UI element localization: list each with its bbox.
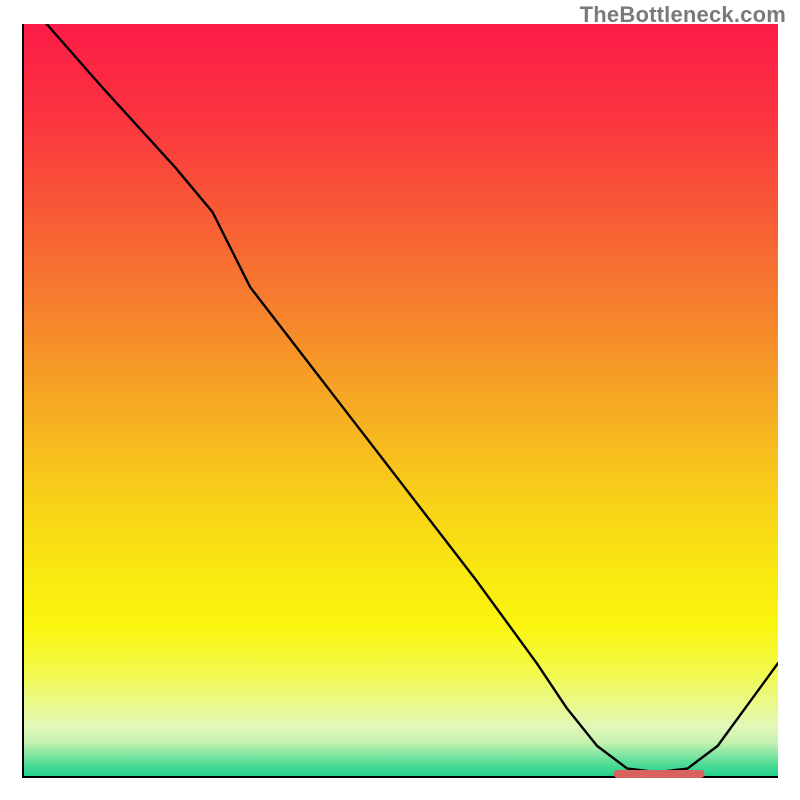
chart-stage: TheBottleneck.com (0, 0, 800, 800)
plot-area (22, 24, 778, 778)
heat-background (24, 24, 778, 776)
optimal-range-marker (614, 770, 705, 778)
plot-svg (24, 24, 778, 776)
